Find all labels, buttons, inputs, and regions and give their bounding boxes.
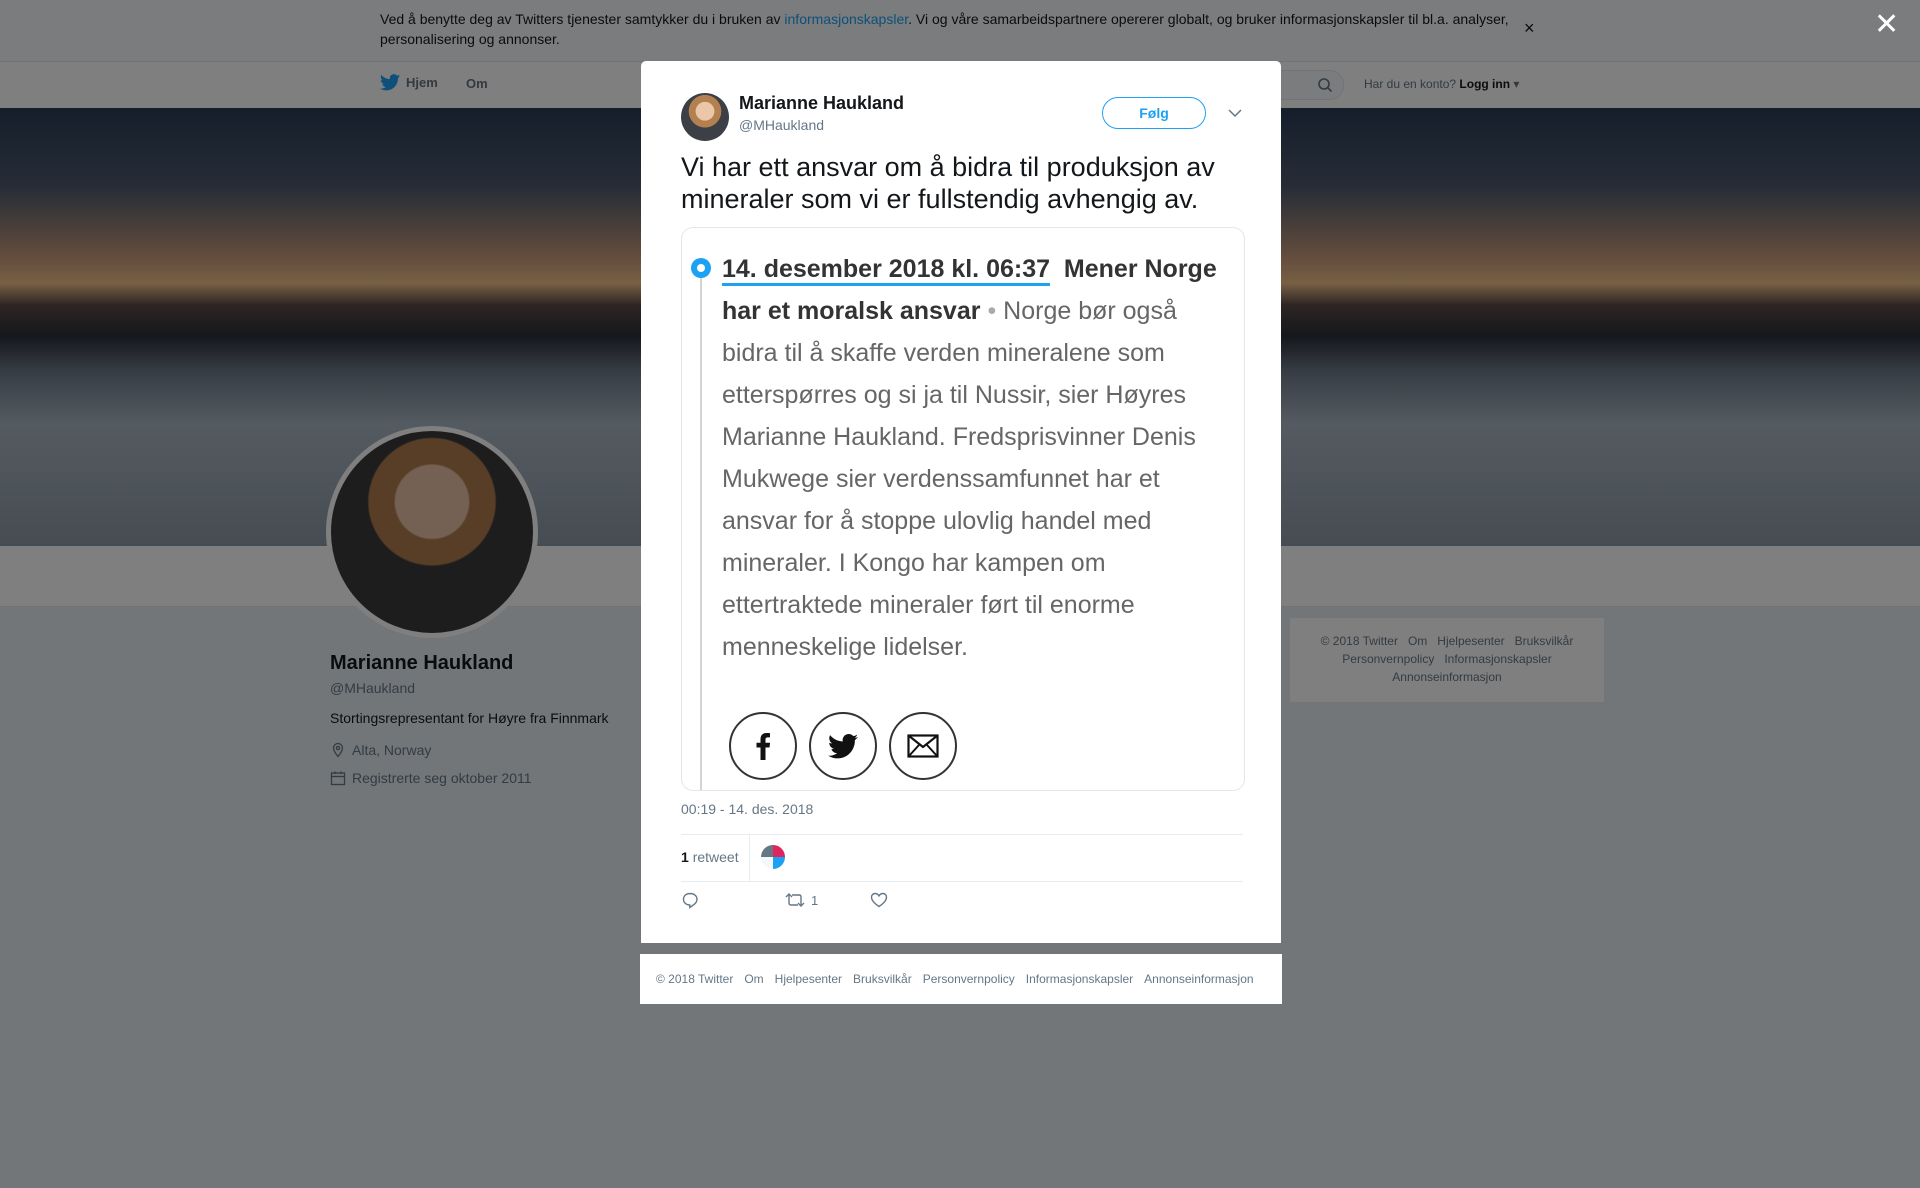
footer-terms-link[interactable]: Bruksvilkår	[853, 972, 912, 986]
tweet-text: Vi har ett ansvar om å bidra til produks…	[681, 152, 1215, 214]
footer-about-link[interactable]: Om	[744, 972, 763, 986]
modal-footer: © 2018 Twitter Om Hjelpesenter Bruksvilk…	[640, 954, 1282, 1004]
retweet-stat[interactable]: 1 retweet	[681, 849, 739, 865]
footer-help-link[interactable]: Hjelpesenter	[775, 972, 842, 986]
tweet-author-handle[interactable]: @MHaukland	[739, 117, 824, 133]
facebook-share-button[interactable]	[729, 712, 797, 780]
retweet-stat-label: retweet	[692, 849, 739, 865]
card-body-text: Norge bør også bidra til å skaffe verden…	[722, 297, 1196, 661]
tweet-actions: 1	[681, 891, 924, 909]
tweet-stats: 1 retweet	[681, 834, 1243, 882]
follow-button[interactable]: Følg	[1102, 97, 1206, 129]
retweet-stat-count: 1	[681, 849, 689, 865]
footer-cookies-link[interactable]: Informasjonskapsler	[1026, 972, 1133, 986]
timeline-line	[700, 264, 702, 790]
footer-ads-link[interactable]: Annonseinformasjon	[1144, 972, 1253, 986]
twitter-bird-icon	[828, 733, 858, 758]
retweeter-avatar[interactable]	[761, 845, 785, 869]
tweet-media-card[interactable]: 14. desember 2018 kl. 06:37 Mener Norge …	[681, 227, 1245, 791]
card-bullet: •	[987, 297, 997, 325]
tweet-author-avatar[interactable]	[681, 93, 729, 141]
reply-icon	[682, 892, 698, 909]
retweet-count: 1	[811, 892, 819, 908]
card-date: 14. desember 2018 kl. 06:37	[722, 255, 1051, 286]
twitter-share-button[interactable]	[809, 712, 877, 780]
stat-divider	[749, 835, 750, 881]
retweet-button[interactable]: 1	[785, 892, 818, 908]
tweet-timestamp[interactable]: 00:19 - 14. des. 2018	[681, 801, 813, 817]
card-article-text: 14. desember 2018 kl. 06:37 Mener Norge …	[722, 248, 1222, 668]
close-icon[interactable]: ✕	[1874, 10, 1899, 40]
tweet-options-button[interactable]	[1228, 105, 1242, 123]
footer-privacy-link[interactable]: Personvernpolicy	[923, 972, 1015, 986]
tweet-modal: Marianne Haukland @MHaukland Følg Vi har…	[641, 61, 1281, 943]
envelope-icon	[907, 734, 939, 758]
retweet-icon	[785, 893, 805, 907]
tweet-author-name[interactable]: Marianne Haukland	[739, 93, 904, 114]
email-share-button[interactable]	[889, 712, 957, 780]
heart-icon	[871, 892, 888, 908]
like-button[interactable]	[870, 892, 888, 908]
card-share-row	[729, 712, 969, 780]
timeline-dot-icon	[691, 258, 711, 278]
facebook-icon	[756, 733, 771, 760]
footer-copyright: © 2018 Twitter	[656, 972, 734, 986]
chevron-down-icon	[1228, 109, 1242, 118]
reply-button[interactable]	[681, 891, 699, 909]
